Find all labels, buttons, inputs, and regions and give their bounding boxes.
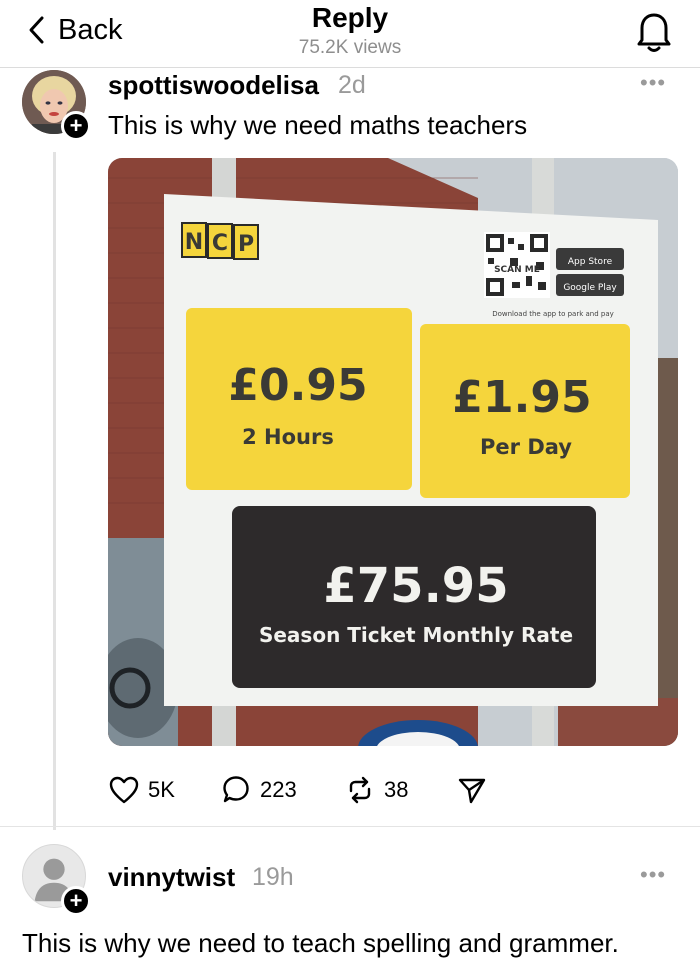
app-store-badge: App Store (568, 257, 613, 267)
brand-letter-n: N (185, 230, 203, 255)
post-username[interactable]: spottiswoodelisa (108, 70, 319, 101)
post-actions: 5K 223 38 (108, 770, 528, 810)
repost-button[interactable]: 38 (344, 770, 408, 810)
post-image[interactable]: N C P SCAN ME App Store Google Play Down… (108, 158, 678, 746)
top-bar: Back Reply 75.2K views (0, 0, 700, 68)
post-time: 2d (338, 71, 366, 99)
reply-time: 19h (252, 863, 294, 891)
google-play-badge: Google Play (563, 283, 617, 293)
brand-letter-c: C (212, 231, 228, 256)
qr-caption: Download the app to park and pay (492, 310, 614, 318)
parking-sign-photo: N C P SCAN ME App Store Google Play Down… (108, 158, 678, 746)
price-two-hours: £0.95 (228, 360, 367, 411)
repost-icon (349, 776, 371, 804)
brand-letter-p: P (238, 232, 254, 257)
bell-icon[interactable] (634, 8, 674, 54)
post-text: This is why we need maths teachers (108, 110, 528, 140)
price-per-day: £1.95 (452, 372, 591, 423)
like-button[interactable]: 5K (108, 770, 175, 810)
page-title: Reply (311, 2, 389, 33)
reply-text: This is why we need to teach spelling an… (22, 928, 619, 958)
label-per-day: Per Day (480, 435, 572, 459)
share-button[interactable] (456, 770, 488, 810)
heart-icon (109, 776, 139, 804)
price-season-ticket: £75.95 (323, 558, 508, 614)
label-season-ticket: Season Ticket Monthly Rate (259, 623, 573, 647)
scan-me-label: SCAN ME (494, 265, 540, 275)
view-count: 75.2K views (298, 37, 402, 58)
thread-line (53, 152, 56, 830)
comment-icon (223, 776, 249, 803)
like-count: 5K (148, 777, 175, 802)
more-options-button[interactable]: ••• (640, 70, 666, 96)
follow-plus-button[interactable]: + (61, 111, 91, 141)
title-block: Reply 75.2K views (0, 2, 700, 59)
qr-code-icon: SCAN ME (484, 232, 550, 298)
label-two-hours: 2 Hours (242, 425, 334, 449)
reply-follow-plus-button[interactable]: + (61, 886, 91, 916)
send-icon (458, 778, 486, 804)
comment-button[interactable]: 223 (220, 770, 297, 810)
repost-count: 38 (384, 777, 409, 802)
reply-more-options-button[interactable]: ••• (640, 862, 666, 888)
comment-count: 223 (260, 777, 297, 802)
reply-username[interactable]: vinnytwist (108, 862, 235, 893)
reply-divider (0, 826, 700, 827)
